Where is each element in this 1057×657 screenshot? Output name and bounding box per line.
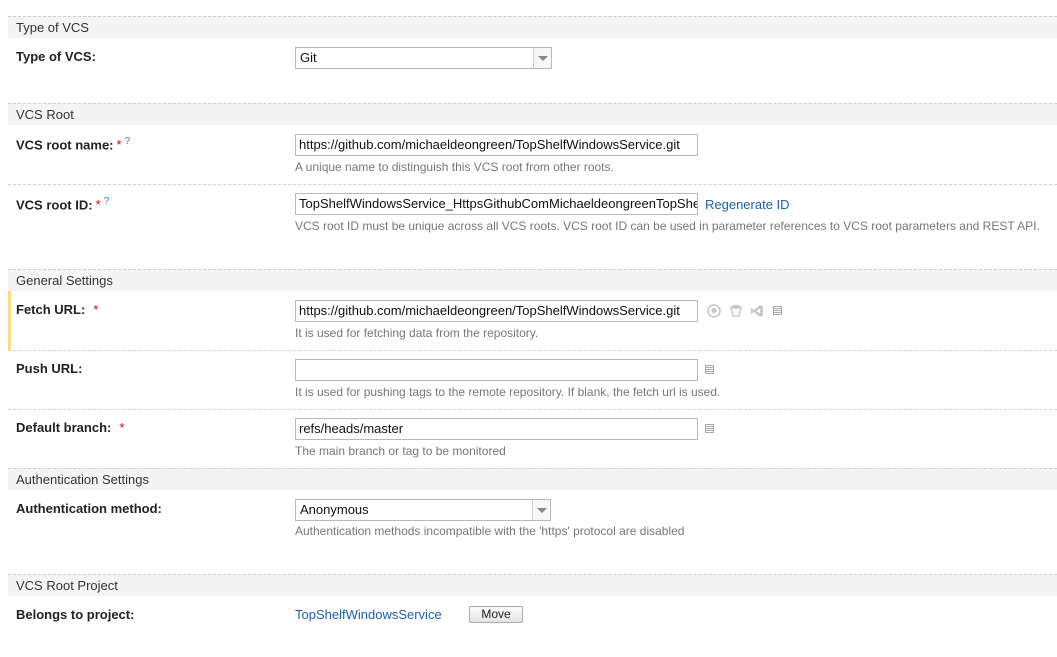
chevron-down-icon <box>533 48 551 68</box>
regenerate-id-link[interactable]: Regenerate ID <box>705 197 790 212</box>
push-url-row: Push URL: It is used for pushing tags to… <box>8 351 1057 410</box>
vcs-root-name-note: A unique name to distinguish this VCS ro… <box>295 160 614 174</box>
required-marker: * <box>93 302 99 317</box>
required-marker: * <box>116 137 122 153</box>
fetch-url-input[interactable]: https://github.com/michaeldeongreen/TopS… <box>295 300 698 322</box>
default-branch-note: The main branch or tag to be monitored <box>295 444 506 458</box>
vcs-root-name-row: VCS root name: *? https://github.com/mich… <box>8 125 1057 185</box>
fetch-url-label: Fetch URL: * <box>16 302 98 317</box>
parameter-icon[interactable] <box>773 306 782 315</box>
default-branch-row: Default branch: * refs/heads/master The m… <box>8 410 1057 468</box>
parameter-icon[interactable] <box>705 365 714 374</box>
vcs-root-name-label: VCS root name: *? <box>16 136 130 152</box>
vcs-root-id-input[interactable]: TopShelfWindowsService_HttpsGithubComMic… <box>295 193 698 215</box>
required-marker: * <box>95 197 101 213</box>
chevron-down-icon <box>532 500 550 520</box>
section-vcs-root-project: VCS Root Project <box>8 574 1057 596</box>
label-text: VCS root ID: <box>16 197 93 213</box>
vcs-root-id-row: VCS root ID: *? TopShelfWindowsService_Ht… <box>8 185 1057 265</box>
push-url-label: Push URL: <box>16 361 83 376</box>
bitbucket-icon[interactable] <box>729 304 743 318</box>
github-icon[interactable] <box>707 304 721 318</box>
auth-method-note: Authentication methods incompatible with… <box>295 524 685 538</box>
default-branch-label: Default branch: * <box>16 420 124 435</box>
vcs-root-name-input[interactable]: https://github.com/michaeldeongreen/TopS… <box>295 134 698 156</box>
section-vcs-root: VCS Root <box>8 103 1057 125</box>
move-button[interactable]: Move <box>469 606 523 623</box>
section-title: Type of VCS <box>16 20 89 35</box>
type-of-vcs-label: Type of VCS: <box>16 49 96 64</box>
help-icon[interactable]: ? <box>125 136 131 147</box>
type-of-vcs-value: Git <box>300 50 317 65</box>
section-title: Authentication Settings <box>16 472 149 487</box>
section-authentication-settings: Authentication Settings <box>8 468 1057 490</box>
vcs-root-id-label: VCS root ID: *? <box>16 196 109 212</box>
label-text: Fetch URL: <box>16 302 86 317</box>
default-branch-input[interactable]: refs/heads/master <box>295 418 698 440</box>
push-url-input[interactable] <box>295 359 698 381</box>
section-title: VCS Root Project <box>16 578 118 593</box>
auth-method-value: Anonymous <box>300 502 369 517</box>
section-title: VCS Root <box>16 107 74 122</box>
required-marker: * <box>119 420 125 435</box>
parameter-icon[interactable] <box>705 424 714 433</box>
type-of-vcs-row: Type of VCS: Git <box>8 38 1057 98</box>
belongs-to-label: Belongs to project: <box>16 607 135 622</box>
fetch-url-row: Fetch URL: * https://github.com/michaelde… <box>8 291 1057 351</box>
section-general-settings: General Settings <box>8 269 1057 291</box>
type-of-vcs-select[interactable]: Git <box>295 47 552 69</box>
project-link[interactable]: TopShelfWindowsService <box>295 607 442 622</box>
auth-method-row: Authentication method: Anonymous Authent… <box>8 490 1057 570</box>
visual-studio-icon[interactable] <box>750 304 764 318</box>
help-icon[interactable]: ? <box>104 196 110 207</box>
push-url-note: It is used for pushing tags to the remot… <box>295 385 721 399</box>
label-text: VCS root name: <box>16 137 114 153</box>
section-type-of-vcs: Type of VCS <box>8 16 1057 38</box>
vcs-root-id-note: VCS root ID must be unique across all VC… <box>295 219 1040 233</box>
fetch-url-note: It is used for fetching data from the re… <box>295 326 539 340</box>
section-title: General Settings <box>16 273 113 288</box>
auth-method-label: Authentication method: <box>16 501 162 516</box>
auth-method-select[interactable]: Anonymous <box>295 499 551 521</box>
belongs-to-row: Belongs to project: TopShelfWindowsServi… <box>8 596 1057 636</box>
label-text: Default branch: <box>16 420 112 435</box>
